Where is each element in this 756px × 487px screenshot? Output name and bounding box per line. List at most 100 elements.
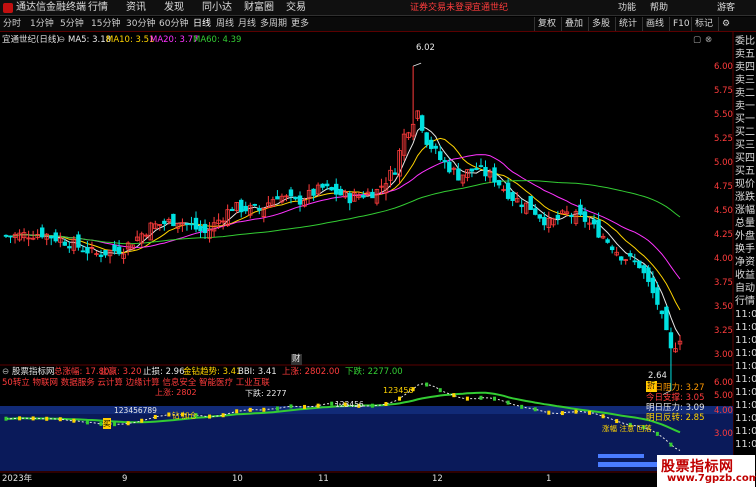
add-position-note: 钻 加仓	[172, 411, 197, 420]
quote-panel-item[interactable]: 卖三	[735, 74, 756, 87]
candle-body	[297, 195, 303, 205]
period-60min[interactable]: 60分钟	[159, 17, 188, 31]
right-quote-panel[interactable]: 委比 卖五 卖四 卖三 卖二 卖一 买一 买二 买三 买四 买五 现价 涨跌 涨幅 总量 外盘 换手 净资 收益 自动…	[734, 35, 756, 450]
quote-panel-item[interactable]: 涨跌	[735, 191, 756, 204]
menu-quotes[interactable]: 行情	[88, 0, 108, 16]
candle-body	[193, 217, 199, 230]
period-timeshare[interactable]: 分时	[3, 17, 21, 31]
collapse-icon[interactable]: ⊖	[58, 35, 65, 46]
candle-body	[329, 186, 334, 191]
quote-panel-item[interactable]: 净资	[735, 256, 756, 269]
quote-panel-item[interactable]: 卖二	[735, 87, 756, 100]
menu-wealth-circle[interactable]: 财富圈	[244, 0, 274, 16]
menu-tongxiaoda[interactable]: 同小达	[202, 0, 232, 16]
candle-body	[116, 246, 122, 255]
quote-panel-item[interactable]: 委比	[735, 35, 756, 48]
candle-body	[483, 166, 488, 177]
quote-panel-item[interactable]: 卖五	[735, 48, 756, 61]
menu-news[interactable]: 资讯	[126, 0, 146, 16]
statistics-button[interactable]: 统计	[615, 17, 637, 31]
sequence-mid: 123456	[335, 400, 364, 409]
quote-panel-item[interactable]: 卖一	[735, 100, 756, 113]
quote-panel-item[interactable]: 换手	[735, 243, 756, 256]
menu-trade[interactable]: 交易	[286, 0, 306, 16]
candle-body	[505, 182, 511, 199]
quote-panel-item[interactable]: 11:0	[735, 386, 756, 399]
quote-panel-item[interactable]: 自动	[735, 282, 756, 295]
period-weekly[interactable]: 周线	[216, 17, 234, 31]
quote-panel-item[interactable]: 买四	[735, 152, 756, 165]
period-monthly[interactable]: 月线	[238, 17, 256, 31]
candle-body	[293, 196, 298, 200]
candle-body	[275, 196, 280, 200]
indicator-collapse-icon[interactable]: ⊖	[2, 367, 9, 378]
quote-panel-item[interactable]: 卖四	[735, 61, 756, 74]
period-more[interactable]: 更多	[291, 17, 309, 31]
candle-body	[456, 168, 461, 181]
candle-body	[433, 145, 438, 149]
chart-area[interactable]	[0, 32, 756, 487]
candle-body	[582, 211, 588, 222]
quote-panel-item[interactable]: 11:0	[735, 334, 756, 347]
ma10-label: MA10: 3.51	[106, 35, 155, 45]
period-15min[interactable]: 15分钟	[91, 17, 120, 31]
chart-maximize-icon[interactable]: ▢	[693, 35, 701, 46]
candle-body	[171, 213, 176, 227]
candle-body	[243, 205, 248, 212]
period-daily[interactable]: 日线	[193, 17, 211, 31]
quote-panel-item[interactable]: 11:0	[735, 360, 756, 373]
kline-chart-svg[interactable]	[0, 32, 756, 487]
watermark-url: www.7gpzb.com	[667, 473, 756, 484]
overlay-button[interactable]: 叠加	[561, 17, 583, 31]
period-30min[interactable]: 30分钟	[126, 17, 155, 31]
login-status[interactable]: 证券交易未登录	[410, 0, 473, 16]
quote-panel-item[interactable]: 11:0	[735, 399, 756, 412]
candle-body	[361, 195, 366, 198]
candle-body	[537, 214, 542, 219]
mark-button[interactable]: 标记	[691, 17, 713, 31]
period-5min[interactable]: 5分钟	[60, 17, 84, 31]
period-1min[interactable]: 1分钟	[30, 17, 54, 31]
candle-body	[324, 183, 330, 187]
quote-panel-item[interactable]: 现价	[735, 178, 756, 191]
sequence-cut: 123456	[383, 386, 414, 395]
period-multi[interactable]: 多周期	[260, 17, 287, 31]
candle-body	[239, 199, 244, 213]
restore-rights-button[interactable]: 复权	[534, 17, 556, 31]
financial-marker[interactable]: 财	[291, 354, 302, 365]
candle-body	[424, 132, 429, 145]
menu-discover[interactable]: 发现	[164, 0, 184, 16]
quote-panel-item[interactable]: 收益	[735, 269, 756, 282]
indicator-signal-bar	[547, 410, 551, 415]
function-menu[interactable]: 功能	[618, 0, 636, 16]
quote-panel-item[interactable]: 11:0	[735, 438, 756, 451]
quote-panel-item[interactable]: 11:0	[735, 412, 756, 425]
candle-body	[650, 277, 656, 294]
indicator-signal-bar	[316, 403, 320, 408]
draw-line-button[interactable]: 画线	[642, 17, 664, 31]
quote-panel-item[interactable]: 11:0	[735, 321, 756, 334]
quote-panel-item[interactable]: 总量	[735, 217, 756, 230]
support-band	[598, 462, 660, 467]
quote-panel-item[interactable]: 买一	[735, 113, 756, 126]
candlesticks	[3, 62, 683, 395]
quote-panel-item[interactable]: 11:0	[735, 308, 756, 321]
chart-close-icon[interactable]: ⊗	[705, 35, 712, 46]
guest-user[interactable]: 游客	[717, 0, 735, 16]
indicator-signal-bar	[85, 420, 89, 425]
quote-panel-item[interactable]: 买三	[735, 139, 756, 152]
quote-panel-item[interactable]: 买二	[735, 126, 756, 139]
stock-name-link[interactable]: 宜通世纪	[472, 0, 508, 16]
quote-panel-item[interactable]: 行情	[735, 295, 756, 308]
quote-panel-item[interactable]: 买五	[735, 165, 756, 178]
settings-gear-icon[interactable]: ⚙	[718, 17, 730, 31]
quote-panel-item[interactable]: 外盘	[735, 230, 756, 243]
f10-button[interactable]: F10	[669, 17, 690, 31]
quote-panel-item[interactable]: 11:0	[735, 373, 756, 386]
quote-panel-item[interactable]: 11:0	[735, 347, 756, 360]
help-menu[interactable]: 帮助	[650, 0, 668, 16]
quote-panel-item[interactable]: 涨幅	[735, 204, 756, 217]
quote-panel-item[interactable]: 11:0	[735, 425, 756, 438]
multi-stock-button[interactable]: 多股	[588, 17, 610, 31]
indicator-up-note: 上涨: 2802	[155, 388, 197, 397]
